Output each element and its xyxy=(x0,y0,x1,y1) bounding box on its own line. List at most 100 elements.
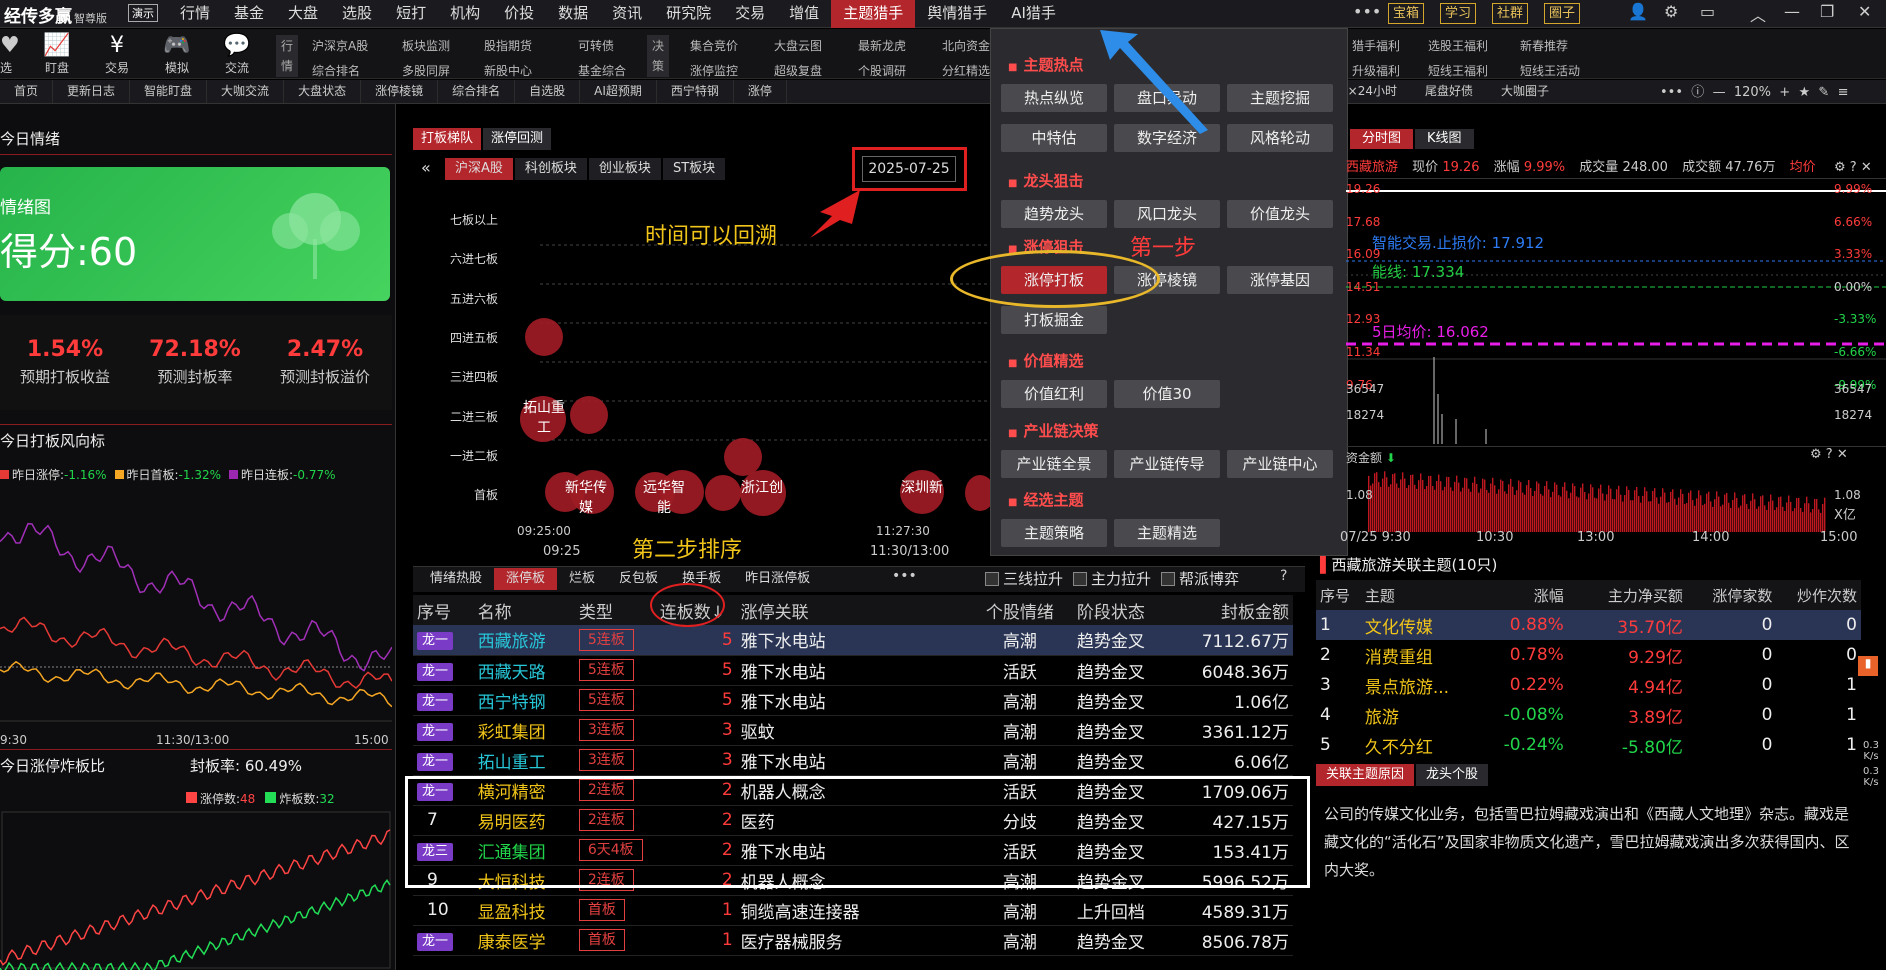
limit-tab[interactable]: 情绪热股 xyxy=(418,568,494,590)
help-icon[interactable]: ? xyxy=(1280,568,1287,584)
tab-item[interactable]: 涨停 xyxy=(734,80,787,103)
help-icon[interactable]: ? xyxy=(1850,160,1857,175)
tool-chat[interactable]: 💬 交流 xyxy=(208,33,266,76)
side-icon[interactable]: ▮ xyxy=(1858,656,1878,676)
juece-link[interactable]: 超级复盘 xyxy=(774,62,822,79)
tab-item[interactable]: 大咖交流 xyxy=(207,80,285,103)
tool-gamepad[interactable]: 🎮 模拟 xyxy=(148,33,206,76)
col-header[interactable]: 炒作次数 xyxy=(1776,580,1861,610)
col-header[interactable]: 涨停关联 xyxy=(737,595,980,625)
tab-item[interactable]: 大咖圈子 xyxy=(1487,80,1563,104)
top-button[interactable]: 圈子 xyxy=(1544,3,1581,24)
more-icon[interactable]: ••• xyxy=(1660,85,1683,100)
gear-icon[interactable]: ⚙ xyxy=(1664,2,1678,21)
col-header[interactable]: 序号 xyxy=(413,595,474,625)
ladder-tab[interactable]: 涨停回测 xyxy=(483,128,552,150)
tab-item[interactable]: AI超预期 xyxy=(580,80,657,103)
menu-item[interactable]: 中特估 xyxy=(1001,124,1107,152)
juece-link[interactable]: 分红精选 xyxy=(942,62,990,79)
checkbox[interactable] xyxy=(985,572,999,586)
tab-item[interactable]: 自选股 xyxy=(515,80,581,103)
nav-item[interactable]: 主题猎手 xyxy=(831,0,916,28)
nav-item[interactable]: 交易 xyxy=(723,0,777,28)
theme-name[interactable]: 景点旅游... xyxy=(1361,670,1500,700)
col-header[interactable]: 涨停家数 xyxy=(1687,580,1776,610)
menu-item[interactable]: 价值红利 xyxy=(1001,380,1107,408)
juece-link[interactable]: 最新龙虎 xyxy=(858,37,906,54)
menu-item[interactable]: 打板掘金 xyxy=(1001,306,1107,334)
nav-item[interactable]: 价投 xyxy=(492,0,546,28)
table-row[interactable]: 1 文化传媒 0.88% 35.70亿 0 0 xyxy=(1316,610,1861,640)
sub-link[interactable]: 新股中心 xyxy=(484,62,532,79)
juece-link[interactable]: 北向资金 xyxy=(942,37,990,54)
col-header[interactable]: 类型 xyxy=(575,595,656,625)
info-icon[interactable]: ⓘ xyxy=(1687,85,1708,100)
tab-item[interactable]: 更新日志 xyxy=(53,80,131,103)
promo-link[interactable]: 猎手福利 xyxy=(1352,37,1400,54)
theme-name[interactable]: 久不分红 xyxy=(1361,730,1500,760)
juece-link[interactable]: 大盘云图 xyxy=(774,37,822,54)
edit-icon[interactable]: ✎ xyxy=(1818,85,1833,100)
menu-item[interactable]: 产业链传导 xyxy=(1114,450,1220,478)
market-tab[interactable]: 创业板块 xyxy=(588,158,661,180)
nav-item[interactable]: 行情 xyxy=(168,0,222,28)
nav-item[interactable]: 选股 xyxy=(330,0,384,28)
col-header[interactable]: 涨幅 xyxy=(1500,580,1568,610)
sub-link[interactable]: 可转债 xyxy=(578,37,614,54)
table-row[interactable]: 龙一 西宁特钢 5连板 5 雅下水电站 高潮 趋势金叉 1.06亿 xyxy=(413,685,1293,715)
restore-icon[interactable]: ❐ xyxy=(1820,2,1834,21)
sub-link[interactable]: 沪深京A股 xyxy=(312,37,368,54)
promo-link[interactable]: 短线王福利 xyxy=(1428,62,1488,79)
table-row[interactable]: 龙一 康泰医学 首板 1 医疗器械服务 高潮 趋势金叉 8506.78万 xyxy=(413,925,1293,955)
menu-item[interactable]: 趋势龙头 xyxy=(1001,200,1107,228)
menu-item[interactable]: 价值30 xyxy=(1114,380,1220,408)
menu-item[interactable]: 主题精选 xyxy=(1114,519,1220,547)
market-tab[interactable]: 科创板块 xyxy=(514,158,587,180)
stock-name[interactable]: 显盈科技 xyxy=(474,895,575,925)
juece-link[interactable]: 集合竞价 xyxy=(690,37,738,54)
menu-item[interactable]: 主题挖掘 xyxy=(1227,84,1333,112)
col-header[interactable]: 名称 xyxy=(474,595,575,625)
window-icon[interactable]: ▭ xyxy=(1700,2,1715,21)
minimize-icon[interactable]: — xyxy=(1784,2,1800,21)
sub-link[interactable]: 股指期货 xyxy=(484,37,532,54)
nav-item[interactable]: 大盘 xyxy=(276,0,330,28)
stock-name[interactable]: 西藏天路 xyxy=(474,655,575,685)
sub-link[interactable]: 多股同屏 xyxy=(402,62,450,79)
table-row[interactable]: 10 显盈科技 首板 1 铜缆高速连接器 高潮 上升回档 4589.31万 xyxy=(413,895,1293,925)
more-icon[interactable]: ••• xyxy=(1353,2,1381,21)
col-header[interactable]: 主力净买额 xyxy=(1568,580,1687,610)
tool-chart[interactable]: 📈 盯盘 xyxy=(28,33,86,76)
tab-item[interactable]: 综合排名 xyxy=(438,80,516,103)
menu-icon[interactable]: ≡ xyxy=(1838,85,1849,100)
col-header[interactable]: 个股情绪 xyxy=(979,595,1060,625)
tab-item[interactable]: 大盘状态 xyxy=(284,80,362,103)
tab-item[interactable]: 智能盯盘 xyxy=(130,80,208,103)
gear-icon[interactable]: ⚙ xyxy=(1810,447,1822,462)
table-row[interactable]: 4 旅游 -0.08% 3.89亿 0 1 xyxy=(1316,700,1861,730)
tab-item[interactable]: 首页 xyxy=(0,80,54,103)
table-row[interactable]: 龙一 彩虹集团 3连板 3 驱蚊 高潮 趋势金叉 3361.12万 xyxy=(413,715,1293,745)
promo-link[interactable]: 新春推荐 xyxy=(1520,37,1568,54)
table-row[interactable]: 龙一 西藏天路 5连板 5 雅下水电站 活跃 趋势金叉 6048.36万 xyxy=(413,655,1293,685)
nav-item[interactable]: 舆情猎手 xyxy=(915,0,999,28)
ladder-tab[interactable]: 打板梯队 xyxy=(413,128,482,150)
menu-item[interactable]: 产业链中心 xyxy=(1227,450,1333,478)
stock-name[interactable]: 拓山重工 xyxy=(474,745,575,775)
demo-badge[interactable]: 演示 xyxy=(128,4,158,22)
col-header[interactable]: 封板金额 xyxy=(1161,595,1293,625)
stock-name[interactable]: 康泰医学 xyxy=(474,925,575,955)
reason-tab[interactable]: 关联主题原因 xyxy=(1316,764,1415,786)
promo-link[interactable]: 升级福利 xyxy=(1352,62,1400,79)
chart-tab[interactable]: 分时图 xyxy=(1350,129,1414,149)
menu-item[interactable]: 热点纵览 xyxy=(1001,84,1107,112)
table-row[interactable]: 龙一 拓山重工 3连板 3 雅下水电站 高潮 趋势金叉 6.06亿 xyxy=(413,745,1293,775)
tab-item[interactable]: 尾盘好债 xyxy=(1411,80,1487,104)
checkbox[interactable] xyxy=(1073,572,1088,586)
juece-link[interactable]: 个股调研 xyxy=(858,62,906,79)
top-button[interactable]: 社群 xyxy=(1492,3,1529,24)
nav-item[interactable]: 机构 xyxy=(438,0,492,28)
menu-item[interactable]: 涨停基因 xyxy=(1227,266,1333,294)
top-button[interactable]: 宝箱 xyxy=(1388,3,1425,24)
limit-tab[interactable]: 反包板 xyxy=(607,568,670,590)
